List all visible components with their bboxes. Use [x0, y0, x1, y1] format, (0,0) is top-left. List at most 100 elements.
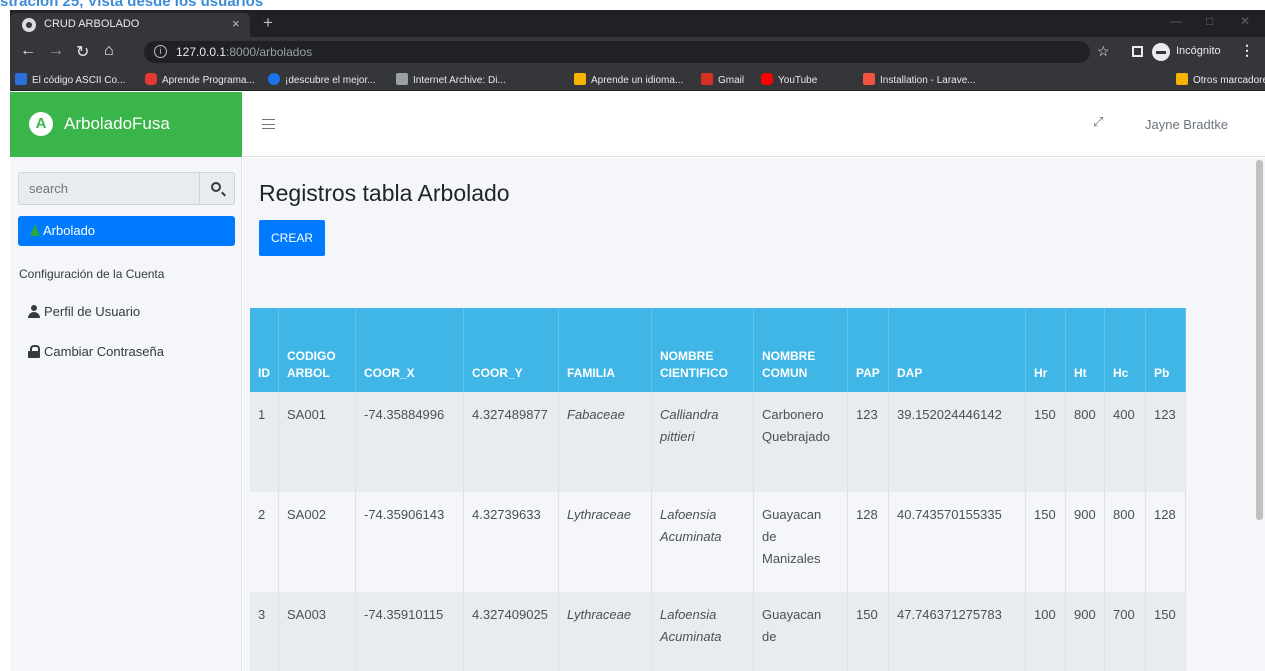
table-cell: Lythraceae — [558, 492, 652, 592]
bookmark-star-icon[interactable]: ☆ — [1097, 43, 1110, 60]
bookmark-item[interactable]: ¡descubre el mejor... — [268, 73, 376, 87]
incognito-label: Incógnito — [1176, 45, 1221, 57]
sidebar-item-arbolado[interactable]: Arbolado — [18, 216, 235, 246]
table-cell: SA003 — [278, 592, 356, 671]
sidebar-item-password[interactable]: Cambiar Contraseña — [18, 341, 235, 365]
bookmark-item[interactable]: Aprende Programa... — [145, 73, 255, 87]
back-icon[interactable]: ← — [20, 42, 36, 60]
bookmark-favicon-icon — [396, 73, 408, 85]
tab-search-icon[interactable] — [1132, 46, 1143, 57]
cell-text: 900 — [1074, 607, 1096, 622]
bookmark-label: El código ASCII Co... — [32, 75, 126, 86]
lock-icon — [28, 345, 40, 358]
page-root: stración 25, Vista desde los usuarios CR… — [0, 0, 1265, 671]
browser-menu-icon[interactable]: ⋮ — [1240, 42, 1254, 59]
table-cell: 150 — [1145, 592, 1186, 671]
cell-text: Carbonero — [762, 407, 824, 422]
cell-text: de — [762, 629, 777, 644]
user-name[interactable]: Jayne Bradtke — [1145, 117, 1228, 132]
fullscreen-icon[interactable]: ⤢ — [1093, 114, 1103, 130]
column-header-text: Ht — [1074, 366, 1087, 380]
cell-text: pittieri — [660, 429, 695, 444]
document-caption: stración 25, Vista desde los usuarios — [0, 0, 1265, 10]
column-header: ID — [250, 308, 279, 392]
page-scrollbar[interactable] — [1256, 160, 1263, 520]
reload-icon[interactable]: ↻ — [76, 42, 89, 62]
column-header-text: ID — [258, 366, 270, 380]
hamburger-menu-icon[interactable] — [262, 119, 275, 129]
table-cell: Lafoensia Acuminata — [651, 492, 754, 592]
cell-text: Calliandra — [660, 407, 719, 422]
sidebar: A ArboladoFusa Arbolado Configuración de… — [10, 92, 242, 671]
home-icon[interactable]: ⌂ — [104, 42, 114, 60]
table-cell: -74.35906143 — [355, 492, 464, 592]
table-cell: 123 — [847, 392, 889, 492]
table-row[interactable]: 1 SA001 -74.35884996 4.327489877 Fabaceae Cal… — [250, 392, 1186, 492]
tab-title: CRUD ARBOLADO — [44, 18, 140, 30]
sidebar-item-perfil[interactable]: Perfil de Usuario — [18, 301, 235, 325]
search-button[interactable] — [199, 172, 235, 205]
bookmark-favicon-icon — [268, 73, 280, 85]
column-header-text: Hr — [1034, 366, 1048, 380]
cell-text: 47.746371275783 — [897, 607, 1002, 622]
table-cell: Guayacan de — [753, 592, 848, 671]
new-tab-button[interactable]: + — [263, 13, 273, 33]
bookmark-item[interactable]: Gmail — [701, 73, 744, 87]
table-cell: 900 — [1065, 492, 1105, 592]
cell-text: -74.35906143 — [364, 507, 445, 522]
bookmark-item[interactable]: Installation - Larave... — [863, 73, 976, 87]
column-header: Ht — [1065, 308, 1105, 392]
other-bookmarks[interactable]: Otros marcadores — [1176, 73, 1265, 87]
cell-text: SA002 — [287, 507, 327, 522]
site-info-icon[interactable]: i — [154, 45, 167, 58]
laravel-icon — [863, 73, 875, 85]
bookmark-label: Aprende un idioma... — [591, 75, 684, 86]
cell-text: 800 — [1074, 407, 1096, 422]
tab-close-icon[interactable]: × — [232, 16, 240, 31]
bookmark-label: Internet Archive: Di... — [413, 75, 506, 86]
bookmark-label: Installation - Larave... — [880, 75, 976, 86]
cell-text: Lythraceae — [567, 607, 632, 622]
maximize-icon[interactable]: □ — [1206, 14, 1213, 28]
table-cell: 800 — [1104, 492, 1146, 592]
cell-text: Lythraceae — [567, 507, 632, 522]
bookmark-favicon-icon — [574, 73, 586, 85]
address-text[interactable]: 127.0.0.1:8000/arbolados — [176, 45, 312, 59]
table-row[interactable]: 3 SA003 -74.35910115 4.327409025 Lythraceae L… — [250, 592, 1186, 671]
cell-text: Acuminata — [660, 529, 722, 544]
column-header: NOMBRE COMUN — [753, 308, 848, 392]
window-close-icon[interactable]: ✕ — [1240, 14, 1250, 28]
cell-text: 123 — [1154, 407, 1176, 422]
browser-tab[interactable]: CRUD ARBOLADO × — [10, 13, 250, 37]
cell-text: 400 — [1113, 407, 1135, 422]
table-row[interactable]: 2 SA002 -74.35906143 4.32739633 Lythraceae La… — [250, 492, 1186, 592]
table-cell: 128 — [847, 492, 889, 592]
column-header: Pb — [1145, 308, 1186, 392]
bookmark-item[interactable]: YouTube — [761, 73, 817, 87]
column-header-text: NOMBRE — [762, 349, 816, 363]
search-input[interactable] — [18, 172, 200, 205]
page-title: Registros tabla Arbolado — [259, 180, 510, 206]
cell-text: -74.35884996 — [364, 407, 445, 422]
bookmark-item[interactable]: Internet Archive: Di... — [396, 73, 506, 87]
table-cell: 150 — [847, 592, 889, 671]
table-cell: -74.35910115 — [355, 592, 464, 671]
column-header-text: Pb — [1154, 366, 1170, 380]
bookmark-item[interactable]: Aprende un idioma... — [574, 73, 683, 87]
forward-icon[interactable]: → — [48, 42, 64, 60]
cell-text: Guayacan — [762, 607, 822, 622]
minimize-icon[interactable]: — — [1170, 14, 1182, 28]
cell-text: 2 — [258, 507, 266, 522]
cell-text: Quebrajado — [762, 429, 830, 444]
brand-link[interactable]: A ArboladoFusa — [10, 92, 242, 157]
column-header: DAP — [888, 308, 1026, 392]
bookmark-item[interactable]: El código ASCII Co... — [15, 73, 125, 87]
column-header: Hr — [1025, 308, 1066, 392]
address-bar[interactable]: i 127.0.0.1:8000/arbolados — [144, 41, 1090, 63]
create-button[interactable]: CREAR — [259, 220, 325, 256]
table-cell: 100 — [1025, 592, 1066, 671]
column-header: PAP — [847, 308, 889, 392]
cell-text: 128 — [856, 507, 878, 522]
column-header: Hc — [1104, 308, 1146, 392]
column-header-text: NOMBRE — [660, 349, 714, 363]
